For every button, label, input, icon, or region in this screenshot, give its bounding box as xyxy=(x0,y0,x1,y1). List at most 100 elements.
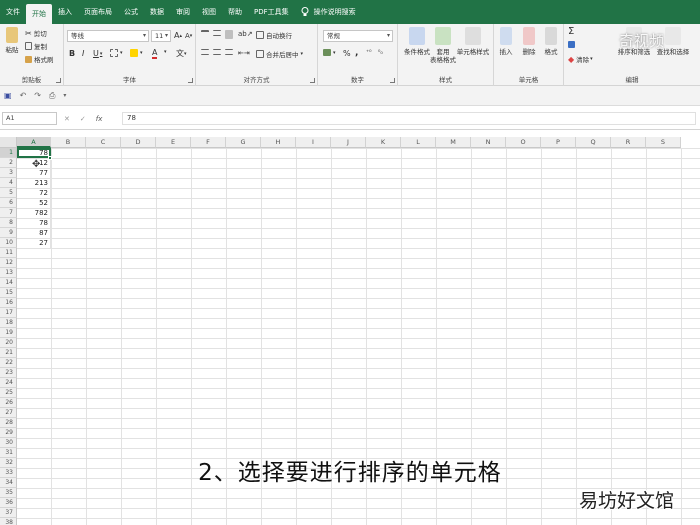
cancel-icon[interactable]: ✕ xyxy=(64,115,70,123)
tell-me-search[interactable]: 操作说明搜索 xyxy=(301,7,356,17)
font-launcher-icon[interactable] xyxy=(188,78,193,83)
row-header[interactable]: 23 xyxy=(0,368,17,378)
number-format-select[interactable]: 常规 ▾ xyxy=(323,30,393,42)
row-header[interactable]: 37 xyxy=(0,508,17,518)
row-header[interactable]: 12 xyxy=(0,258,17,268)
delete-cells-button[interactable]: 删除 xyxy=(517,27,541,69)
row-header[interactable]: 1 xyxy=(0,148,17,158)
decrease-decimal-button[interactable]: ⁰₀ xyxy=(378,49,383,56)
customize-toolbar-icon[interactable]: ▾ xyxy=(63,92,66,99)
row-header[interactable]: 15 xyxy=(0,288,17,298)
row-header[interactable]: 26 xyxy=(0,398,17,408)
column-header[interactable]: N xyxy=(471,137,506,148)
phonetic-button[interactable]: 文 ▾ xyxy=(176,48,187,59)
row-header[interactable]: 30 xyxy=(0,438,17,448)
tab-view[interactable]: 视图 xyxy=(196,0,222,24)
tab-data[interactable]: 数据 xyxy=(144,0,170,24)
column-header[interactable]: R xyxy=(611,137,646,148)
column-header[interactable]: J xyxy=(331,137,366,148)
fill-handle[interactable] xyxy=(48,156,52,160)
row-header[interactable]: 13 xyxy=(0,268,17,278)
column-header[interactable]: E xyxy=(156,137,191,148)
row-header[interactable]: 3 xyxy=(0,168,17,178)
column-header[interactable]: K xyxy=(366,137,401,148)
name-box[interactable]: A1 xyxy=(2,112,57,125)
row-header[interactable]: 36 xyxy=(0,498,17,508)
tab-pdf-tools[interactable]: PDF工具集 xyxy=(248,0,295,24)
indent-button[interactable]: ⇤⇥ xyxy=(238,49,250,57)
format-cells-button[interactable]: 格式 xyxy=(539,27,563,69)
increase-decimal-button[interactable]: ⁺⁰ xyxy=(366,49,372,56)
column-header[interactable]: I xyxy=(296,137,331,148)
row-header[interactable]: 35 xyxy=(0,488,17,498)
row-header[interactable]: 21 xyxy=(0,348,17,358)
save-icon[interactable]: ▣ xyxy=(4,91,12,100)
redo-icon[interactable]: ↷ xyxy=(34,91,41,100)
print-preview-icon[interactable]: ⎙ xyxy=(49,91,55,101)
row-header[interactable]: 8 xyxy=(0,218,17,228)
column-header[interactable]: C xyxy=(86,137,121,148)
row-header[interactable]: 9 xyxy=(0,228,17,238)
row-header[interactable]: 22 xyxy=(0,358,17,368)
column-header[interactable]: F xyxy=(191,137,226,148)
row-header[interactable]: 7 xyxy=(0,208,17,218)
copy-button[interactable]: 复制 xyxy=(25,41,47,51)
tab-help[interactable]: 帮助 xyxy=(222,0,248,24)
column-header[interactable]: A xyxy=(17,137,51,148)
insert-function-icon[interactable]: fx xyxy=(96,115,103,123)
percent-button[interactable]: % xyxy=(343,49,351,58)
shrink-font-button[interactable]: A ▾ xyxy=(185,32,192,40)
select-all-corner[interactable] xyxy=(0,137,17,148)
row-header[interactable]: 16 xyxy=(0,298,17,308)
row-header[interactable]: 4 xyxy=(0,178,17,188)
row-header[interactable]: 19 xyxy=(0,328,17,338)
enter-icon[interactable]: ✓ xyxy=(80,115,86,123)
column-header[interactable]: O xyxy=(506,137,541,148)
middle-align-button[interactable] xyxy=(213,30,223,36)
row-header[interactable]: 20 xyxy=(0,338,17,348)
column-header[interactable]: P xyxy=(541,137,576,148)
tab-home[interactable]: 开始 xyxy=(26,4,52,24)
row-header[interactable]: 38 xyxy=(0,518,17,525)
tab-insert[interactable]: 插入 xyxy=(52,0,78,24)
font-color-dropdown[interactable]: ▾ xyxy=(164,49,167,55)
clear-button[interactable]: ◆ 清除 ▾ xyxy=(568,54,593,65)
borders-button[interactable]: ▾ xyxy=(110,49,123,57)
undo-icon[interactable]: ↶ xyxy=(20,91,27,100)
row-header[interactable]: 29 xyxy=(0,428,17,438)
column-header[interactable]: D xyxy=(121,137,156,148)
align-center-button[interactable] xyxy=(213,49,223,55)
cell-a8[interactable]: 78 xyxy=(17,218,51,228)
alignment-launcher-icon[interactable] xyxy=(310,78,315,83)
currency-button[interactable]: ▾ xyxy=(323,49,336,56)
cell-styles-button[interactable]: 单元格样式 xyxy=(456,27,490,69)
cell-a6[interactable]: 52 xyxy=(17,198,51,208)
fill-color-button[interactable]: ▾ xyxy=(130,49,143,57)
row-header[interactable]: 14 xyxy=(0,278,17,288)
align-left-button[interactable] xyxy=(201,49,211,55)
column-header[interactable]: S xyxy=(646,137,681,148)
column-header[interactable]: Q xyxy=(576,137,611,148)
top-align-button[interactable] xyxy=(201,30,211,39)
font-color-button[interactable]: A xyxy=(152,48,158,59)
column-header[interactable]: L xyxy=(401,137,436,148)
tab-page-layout[interactable]: 页面布局 xyxy=(78,0,118,24)
row-header[interactable]: 27 xyxy=(0,408,17,418)
column-header[interactable]: B xyxy=(51,137,86,148)
row-header[interactable]: 24 xyxy=(0,378,17,388)
wrap-text-button[interactable]: 自动换行 xyxy=(256,30,292,40)
cell-a5[interactable]: 72 xyxy=(17,188,51,198)
format-as-table-button[interactable]: 套用 表格格式 xyxy=(426,27,460,69)
cut-button[interactable]: ✂ 剪切 xyxy=(25,28,47,39)
row-header[interactable]: 6 xyxy=(0,198,17,208)
orientation-button[interactable]: ab↗ xyxy=(238,30,253,38)
grow-font-button[interactable]: A ▴ xyxy=(174,31,182,40)
row-header[interactable]: 25 xyxy=(0,388,17,398)
row-header[interactable]: 18 xyxy=(0,318,17,328)
row-header[interactable]: 17 xyxy=(0,308,17,318)
italic-button[interactable]: I xyxy=(82,49,84,58)
font-size-select[interactable]: 11 ▾ xyxy=(151,30,171,42)
cell-a7[interactable]: 782 xyxy=(17,208,51,218)
tab-formulas[interactable]: 公式 xyxy=(118,0,144,24)
cell-a4[interactable]: 213 xyxy=(17,178,51,188)
